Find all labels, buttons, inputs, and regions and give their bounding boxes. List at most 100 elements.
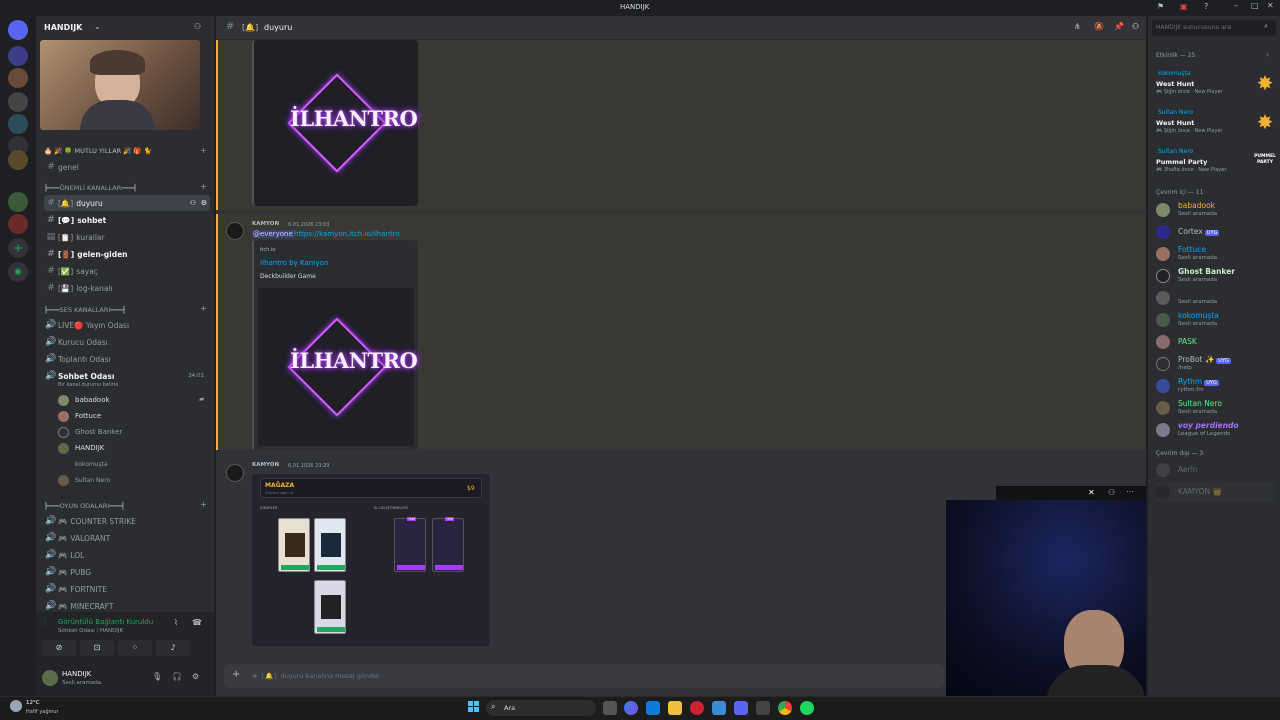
category-games[interactable]: ┣━━━OYUN ODALARI━━━┫ — [44, 502, 125, 510]
app-icon[interactable] — [756, 701, 770, 715]
game-channel[interactable]: 🔊 🎮 VALORANT — [44, 530, 210, 546]
activity-card[interactable]: Sultan Nero West Hunt 🎮 Şiğin önce · New… — [1154, 109, 1276, 143]
activity-card[interactable]: Sultan Nero Pummel Party 🎮 3hafta önce ·… — [1154, 148, 1276, 182]
server-icon[interactable] — [8, 192, 28, 212]
voice-channel-kurucu[interactable]: 🔊 Kurucu Odası — [44, 334, 210, 350]
embed-image[interactable]: İLHANTRO — [258, 288, 418, 446]
member-row[interactable]: Sultan Nero Sesli aramada — [1156, 398, 1276, 418]
headphones-icon[interactable]: 🎧 — [172, 672, 182, 681]
server-header[interactable]: HANDIJK ⌄ ⚇ — [36, 16, 214, 40]
everyone-mention[interactable]: @everyone — [252, 230, 294, 238]
channel-duyuru[interactable]: # [🔔] duyuru ⚇ ⚙ — [44, 195, 210, 211]
spotify-icon[interactable] — [800, 701, 814, 715]
microphone-icon[interactable]: 🎙 — [152, 672, 162, 681]
file-explorer-icon[interactable] — [668, 701, 682, 715]
gear-icon[interactable]: ⚙ — [201, 199, 207, 207]
voice-channel-toplanti[interactable]: 🔊 Toplantı Odası — [44, 351, 210, 367]
inbox-icon[interactable]: ⚑ — [1157, 2, 1164, 11]
voice-user[interactable]: Ghost Banker — [58, 425, 122, 439]
user-icon[interactable]: ⚇ — [1108, 488, 1115, 497]
member-row[interactable]: Rythm UYG rythm.fm — [1156, 376, 1276, 396]
invite-icon[interactable]: ⚇ — [190, 199, 196, 207]
member-row[interactable]: kokomuşta Sesli aramada — [1156, 310, 1276, 330]
taskbar-search[interactable]: ⌕ Ara — [486, 700, 596, 716]
notification-bell-icon[interactable]: 🔕 — [1094, 22, 1104, 31]
signal-icon[interactable]: ⫶ — [44, 618, 46, 628]
server-icon[interactable] — [8, 150, 28, 170]
app-icon[interactable] — [712, 701, 726, 715]
game-channel[interactable]: 🔊 🎮 COUNTER STRIKE — [44, 513, 210, 529]
channel-sayac[interactable]: # [✅] sayaç — [44, 263, 210, 279]
add-channel-icon[interactable]: + — [200, 182, 207, 191]
noise-suppression-icon[interactable]: ⌇ — [174, 618, 178, 627]
game-channel[interactable]: 🔊 🎮 LOL — [44, 547, 210, 563]
voice-user[interactable]: HANDIJK — [58, 441, 104, 455]
shop-screenshot[interactable]: MAĞAZA Ürünleri satın al $9 JOKERLER EL … — [252, 474, 490, 646]
edge-icon[interactable] — [646, 701, 660, 715]
maximize-icon[interactable]: □ — [1251, 1, 1259, 10]
discord-icon[interactable] — [734, 701, 748, 715]
server-icon[interactable] — [8, 214, 28, 234]
add-channel-icon[interactable]: + — [200, 500, 207, 509]
member-row[interactable]: Aerin — [1156, 460, 1276, 480]
add-friend-icon[interactable]: ⚇ — [194, 22, 201, 31]
game-channel[interactable]: 🔊 🎮 FORTNITE — [44, 581, 210, 597]
threads-icon[interactable]: ⋔ — [1074, 22, 1081, 31]
server-icon[interactable] — [8, 68, 28, 88]
soundboard-button[interactable]: ♪ — [156, 640, 190, 656]
member-row[interactable]: Fottuce Sesli aramada — [1156, 244, 1276, 264]
add-attachment-icon[interactable]: + — [232, 669, 240, 680]
avatar[interactable] — [226, 222, 244, 240]
server-icon[interactable] — [8, 92, 28, 112]
category-important[interactable]: ┣━━━ÖNEMLİ KANALLAR━━━┫ — [44, 184, 137, 192]
connection-subtitle[interactable]: Sohbet Odası / HANDIJK — [58, 628, 123, 634]
member-row[interactable]: PASK — [1156, 332, 1276, 352]
voice-user[interactable]: Fottuce — [58, 409, 101, 423]
member-row[interactable]: voy perdiendo League of Legends — [1156, 420, 1276, 440]
avatar[interactable] — [42, 670, 58, 686]
gear-icon[interactable]: ⚙ — [192, 672, 199, 681]
discord-home-icon[interactable] — [8, 20, 28, 40]
screen-share-button[interactable]: ⊡ — [80, 640, 114, 656]
explore-icon[interactable]: ◉ — [8, 262, 28, 282]
embed-image[interactable]: İLHANTRO — [252, 40, 418, 206]
add-server-icon[interactable]: + — [8, 238, 28, 258]
chrome-icon[interactable] — [778, 701, 792, 715]
voice-user[interactable]: babadook — [58, 393, 110, 407]
voice-channel-live[interactable]: 🔊 LIVE🔴 Yayın Odası — [44, 317, 210, 333]
member-row[interactable]: Cortex UYG — [1156, 222, 1276, 242]
copilot-icon[interactable] — [624, 701, 638, 715]
minimize-icon[interactable]: – — [1234, 1, 1238, 10]
weather-icon[interactable] — [10, 700, 22, 712]
disconnect-icon[interactable]: ☎ — [192, 618, 202, 627]
message-link[interactable]: https://kamyon.itch.io/ilhantro — [294, 230, 400, 238]
channel-log[interactable]: # [💾] log-kanalı — [44, 280, 210, 296]
activities-button[interactable]: ⁘ — [118, 640, 152, 656]
task-view-icon[interactable] — [603, 701, 617, 715]
add-channel-icon[interactable]: + — [200, 304, 207, 313]
member-row[interactable]: ProBot ✨ UYG/help — [1156, 354, 1276, 374]
more-icon[interactable]: ⋯ — [1126, 487, 1134, 496]
server-icon[interactable] — [8, 114, 28, 134]
activity-card[interactable]: kokomuşta West Hunt 🎮 Şiğin önce · New P… — [1154, 70, 1276, 104]
windows-start-icon[interactable] — [468, 701, 480, 713]
chevron-right-icon[interactable]: › — [1266, 51, 1269, 59]
message-author[interactable]: KAMYON — [252, 462, 279, 468]
channel-kurallar[interactable]: ▤ [📋] kurallar — [44, 229, 210, 245]
help-icon[interactable]: ? — [1204, 2, 1208, 11]
member-row[interactable]: KAMYON 👑 — [1156, 482, 1276, 502]
voice-user[interactable]: Sultan Nero — [58, 473, 110, 487]
message-input[interactable]: + # ❘🔔❘ duyuru kanalına mesaj gönder — [224, 664, 944, 688]
screen-icon[interactable]: ▣ — [1180, 2, 1188, 11]
camera-toggle-button[interactable]: ⊘ — [42, 640, 76, 656]
voice-status[interactable]: Bir kanal durumu belirle — [58, 382, 118, 388]
app-icon[interactable] — [690, 701, 704, 715]
voice-user[interactable]: kokomuşta — [58, 457, 108, 471]
member-row[interactable]: babadook Sesli aramada — [1156, 200, 1276, 220]
category-voice[interactable]: ┣━━━SES KANALLARI━━━┫ — [44, 306, 126, 314]
pin-icon[interactable]: 📌 — [1114, 22, 1124, 31]
member-row[interactable]: Ghost Banker Sesli aramada — [1156, 266, 1276, 286]
member-list-icon[interactable]: ⚇ — [1132, 22, 1139, 31]
game-channel[interactable]: 🔊 🎮 PUBG — [44, 564, 210, 580]
embed-title[interactable]: Ilhantro by Kamyon — [260, 259, 328, 267]
